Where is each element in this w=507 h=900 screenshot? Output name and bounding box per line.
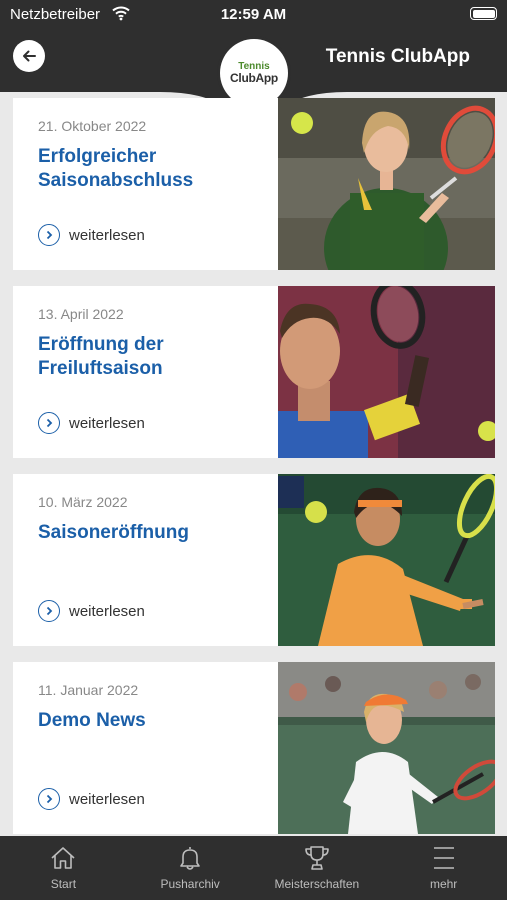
tab-mehr[interactable]: mehr [380,836,507,900]
tab-label: mehr [429,877,458,891]
read-more-label: weiterlesen [69,602,145,620]
tab-meisterschaften[interactable]: Meisterschaften [254,836,381,900]
female-tennis-player-photo [278,98,495,270]
read-more-label: weiterlesen [69,226,145,244]
female-player-white-outfit-photo [278,662,495,834]
news-date: 10. März 2022 [38,494,128,510]
page-title: Tennis ClubApp [325,46,470,67]
news-title[interactable]: Saisoneröffnung [38,521,263,545]
news-title[interactable]: Erfolgreicher Saisonabschluss [38,145,263,193]
chevron-right-circle-icon [38,600,60,622]
news-date: 21. Oktober 2022 [38,118,147,134]
news-date: 13. April 2022 [38,306,124,322]
read-more-link[interactable]: weiterlesen [38,788,145,810]
arrow-left-icon [23,50,36,62]
tab-label: Start [50,877,77,891]
club-logo: Tennis ClubApp [220,39,288,107]
news-card[interactable]: 13. April 2022 Eröffnung der Freiluftsai… [13,286,495,458]
news-date: 11. Januar 2022 [38,682,139,698]
clock: 12:59 AM [220,6,287,23]
chevron-right-circle-icon [38,224,60,246]
read-more-label: weiterlesen [69,790,145,808]
tab-label: Pusharchiv [160,877,220,891]
news-card[interactable]: 21. Oktober 2022 Erfolgreicher Saisonabs… [13,98,495,270]
back-button[interactable] [13,40,45,72]
tab-bar: Start Pusharchiv Meisterschaften mehr [0,836,507,900]
trophy-icon [305,846,329,870]
bell-icon [180,847,200,870]
read-more-label: weiterlesen [69,414,145,432]
news-title[interactable]: Eröffnung der Freiluftsaison [38,333,263,381]
menu-icon [433,847,454,869]
male-tennis-player-photo [278,286,495,458]
news-feed: 21. Oktober 2022 Erfolgreicher Saisonabs… [13,98,495,850]
logo-text-top: Tennis [238,60,270,72]
read-more-link[interactable]: weiterlesen [38,224,145,246]
news-card[interactable]: 11. Januar 2022 Demo News weiterlesen [13,662,495,834]
chevron-right-circle-icon [38,788,60,810]
logo-text-main: ClubApp [230,70,278,85]
chevron-right-circle-icon [38,412,60,434]
read-more-link[interactable]: weiterlesen [38,600,145,622]
tennis-player-orange-shirt-photo [278,474,495,646]
news-title[interactable]: Demo News [38,709,263,733]
tab-start[interactable]: Start [0,836,127,900]
battery-icon [470,7,497,20]
tab-label: Meisterschaften [274,877,360,891]
status-bar: Netzbetreiber 12:59 AM [0,0,507,30]
read-more-link[interactable]: weiterlesen [38,412,145,434]
home-icon [51,847,75,869]
news-card[interactable]: 10. März 2022 Saisoneröffnung weiterlese… [13,474,495,646]
tab-pusharchiv[interactable]: Pusharchiv [127,836,254,900]
